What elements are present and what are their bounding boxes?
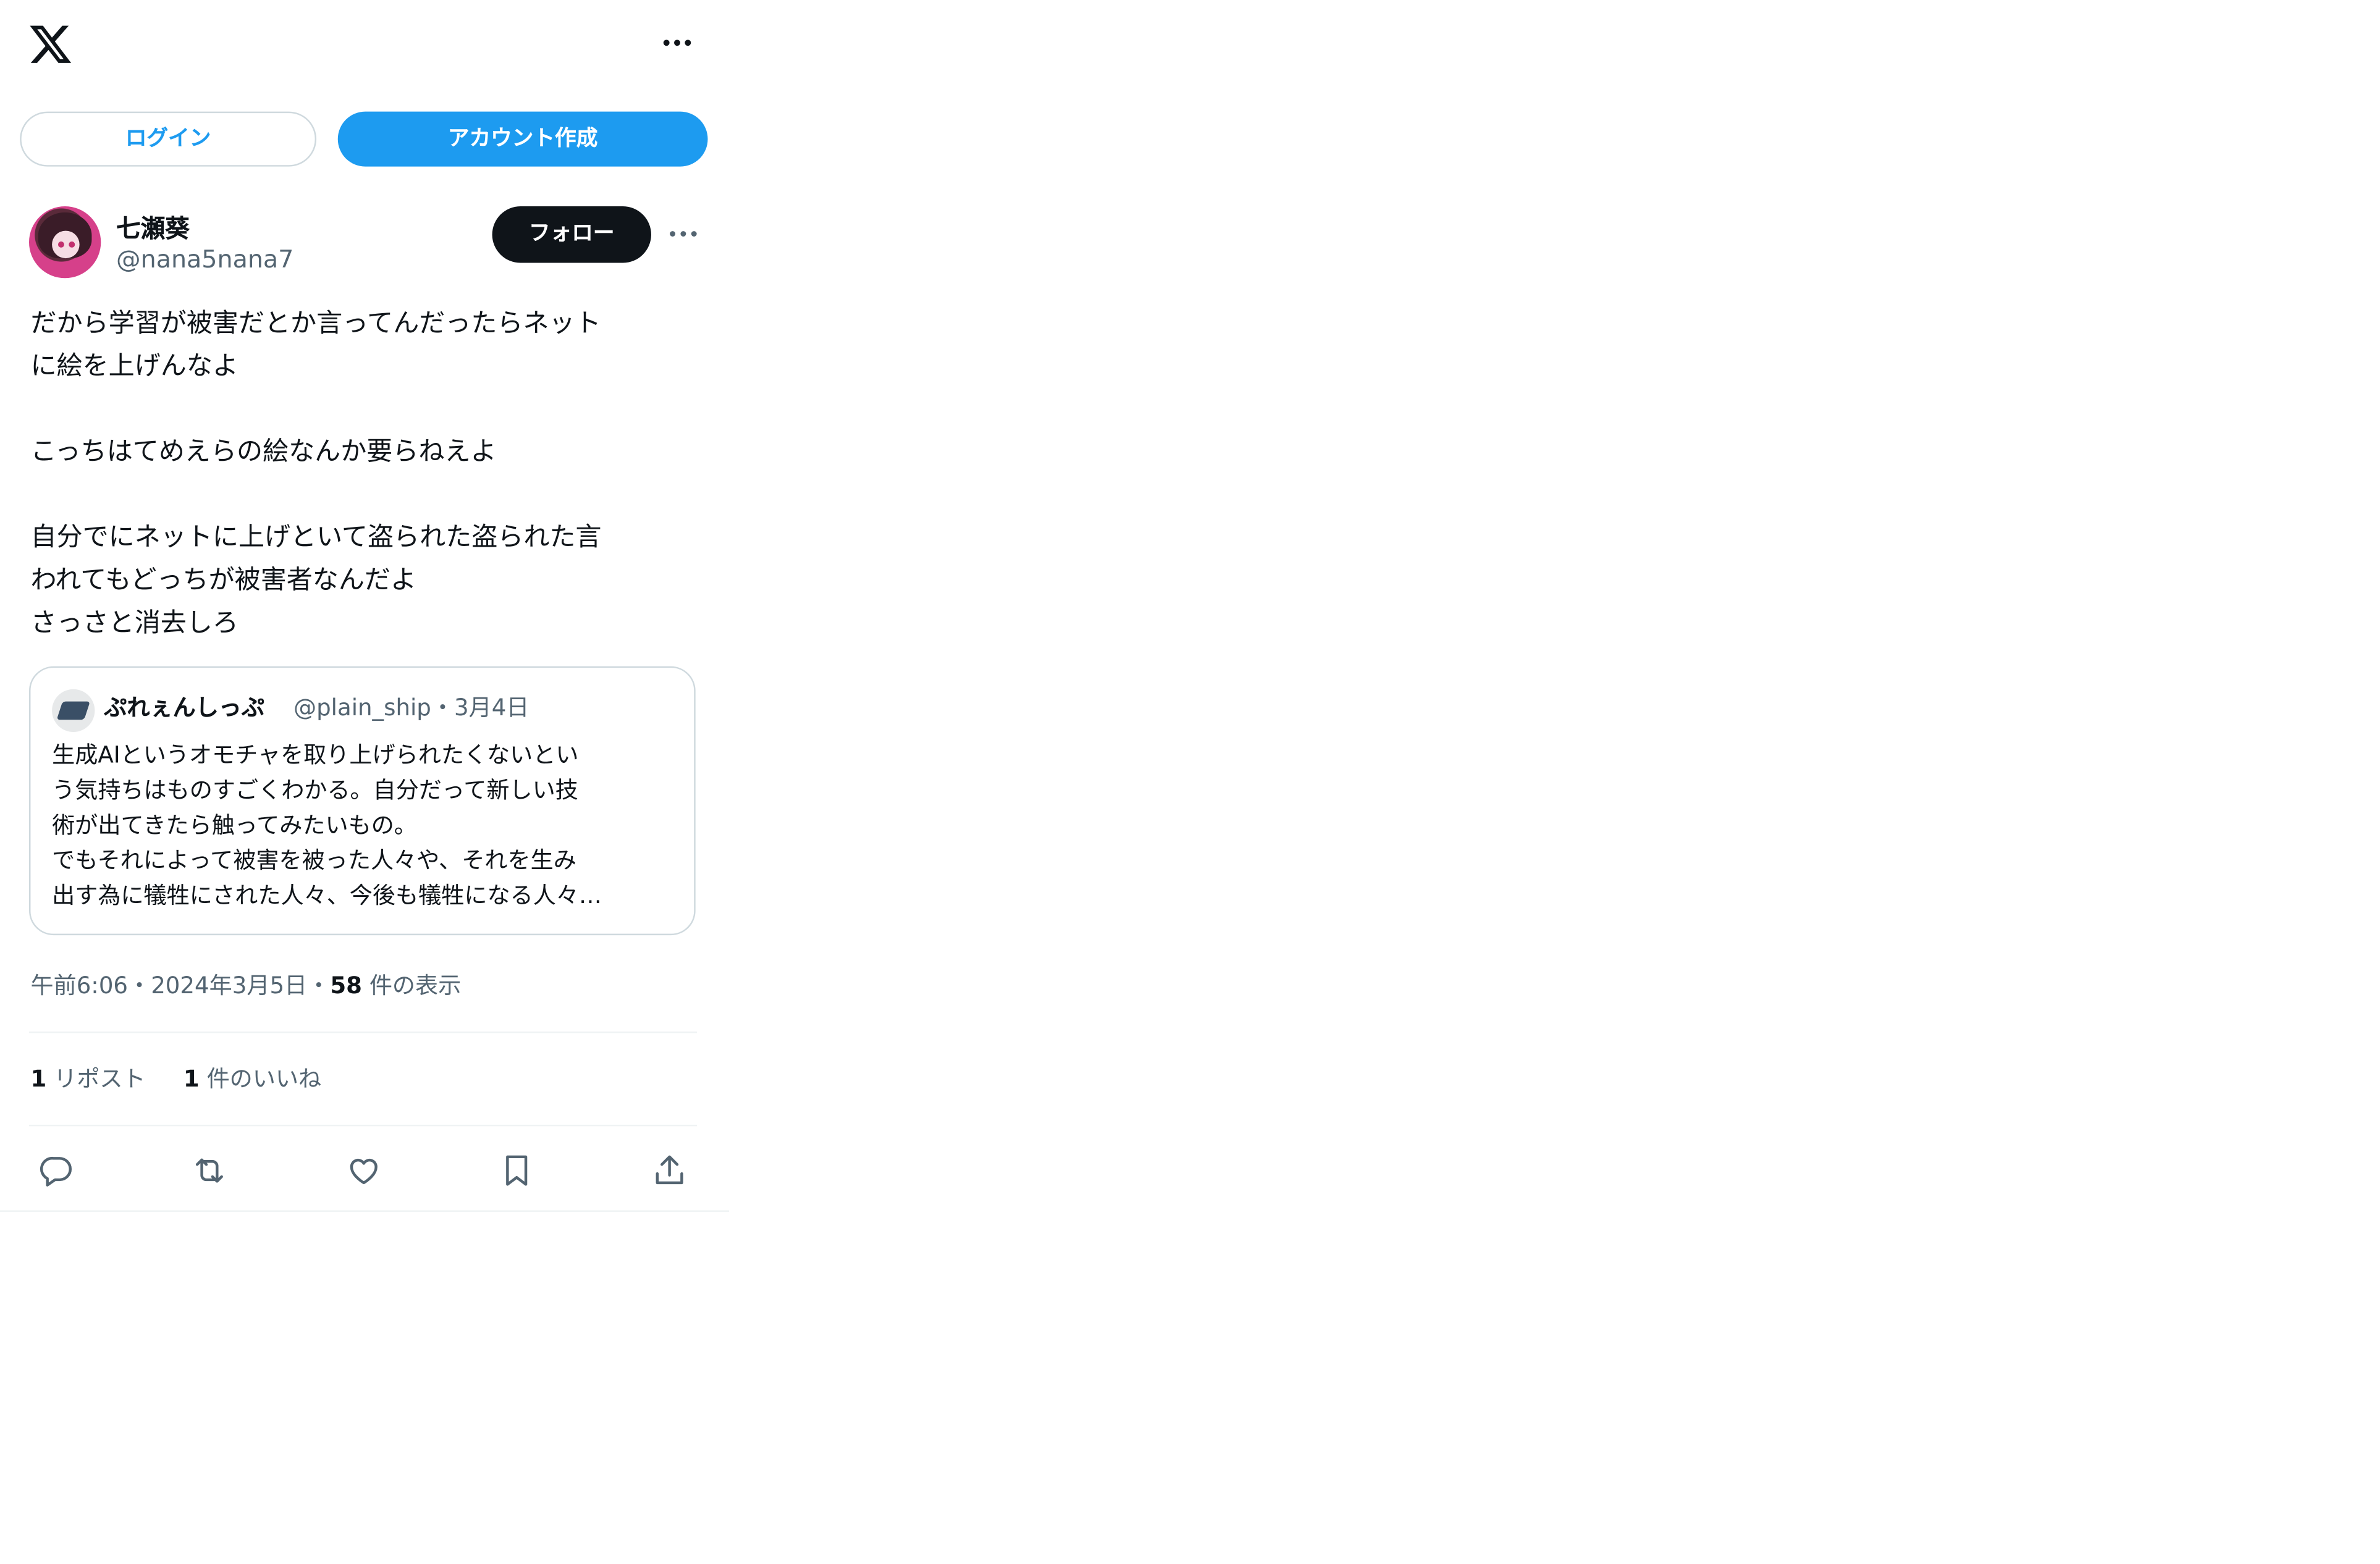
likes-stat[interactable]: 1 件のいいね — [184, 1062, 321, 1094]
divider — [29, 1031, 698, 1033]
post-column: ログイン アカウント作成 七瀬葵 @nana5nana7 フォロー だから学習が… — [0, 0, 1804, 1222]
more-horizontal-icon[interactable] — [667, 222, 700, 246]
share-button[interactable] — [642, 1143, 697, 1198]
more-horizontal-icon[interactable] — [660, 30, 694, 55]
views-label: 件の表示 — [369, 972, 462, 999]
quote-author-name: ぷれぇんしっぷ — [104, 694, 265, 721]
quote-avatar — [52, 689, 95, 733]
avatar[interactable] — [29, 206, 101, 279]
top-bar — [0, 0, 1804, 91]
meta-separator: ・ — [307, 972, 331, 999]
login-button[interactable]: ログイン — [20, 111, 317, 167]
bookmark-button[interactable] — [489, 1143, 544, 1198]
likes-label: 件のいいね — [206, 1065, 322, 1093]
reply-icon — [40, 1156, 72, 1187]
create-account-button[interactable]: アカウント作成 — [337, 111, 708, 167]
x-logo-icon[interactable] — [28, 22, 74, 67]
quote-text: 生成AIというオモチャを取り上げられたくないとい う気持ちはものすごくわかる。自… — [52, 741, 602, 910]
repost-icon — [195, 1158, 223, 1183]
quote-author-handle: @plain_ship — [293, 694, 431, 721]
post-date[interactable]: 2024年3月5日 — [151, 972, 307, 999]
quote-separator: ・ — [431, 694, 455, 721]
post-time[interactable]: 午前6:06 — [30, 972, 128, 999]
quote-date: 3月4日 — [454, 694, 530, 721]
auth-bar: ログイン アカウント作成 — [0, 91, 1804, 177]
author-handle[interactable]: @nana5nana7 — [116, 245, 293, 274]
page: ログイン アカウント作成 七瀬葵 @nana5nana7 フォロー だから学習が… — [0, 0, 2380, 1564]
likes-count: 1 — [183, 1065, 200, 1093]
engagement-stats: 1 リポスト 1 件のいいね — [30, 1062, 352, 1094]
post-meta: 午前6:06・2024年3月5日・58 件の表示 — [30, 969, 461, 1001]
like-button[interactable] — [336, 1143, 391, 1198]
post: 七瀬葵 @nana5nana7 フォロー だから学習が被害だとか言ってんだったら… — [0, 177, 1804, 1222]
author-name[interactable]: 七瀬葵 — [116, 208, 190, 244]
quoted-post[interactable]: ぷれぇんしっぷ @plain_ship・3月4日 生成AIというオモチャを取り上… — [29, 666, 696, 936]
divider — [29, 1124, 698, 1127]
repost-button[interactable] — [182, 1143, 237, 1198]
reply-button[interactable] — [29, 1143, 84, 1198]
action-bar — [0, 1143, 729, 1198]
follow-button[interactable]: フォロー — [492, 206, 651, 263]
meta-separator: ・ — [128, 972, 151, 999]
share-icon — [656, 1155, 683, 1185]
reposts-stat[interactable]: 1 リポスト — [30, 1062, 145, 1094]
views-count: 58 — [330, 972, 362, 999]
bookmark-icon — [506, 1155, 528, 1186]
like-icon — [350, 1158, 378, 1185]
reposts-count: 1 — [30, 1065, 47, 1093]
quote-author-meta: @plain_ship・3月4日 — [293, 689, 529, 726]
reposts-label: リポスト — [54, 1065, 146, 1093]
post-text: だから学習が被害だとか言ってんだったらネット に絵を上げんなよ こっちはてめえら… — [30, 308, 602, 639]
divider — [0, 1210, 730, 1212]
